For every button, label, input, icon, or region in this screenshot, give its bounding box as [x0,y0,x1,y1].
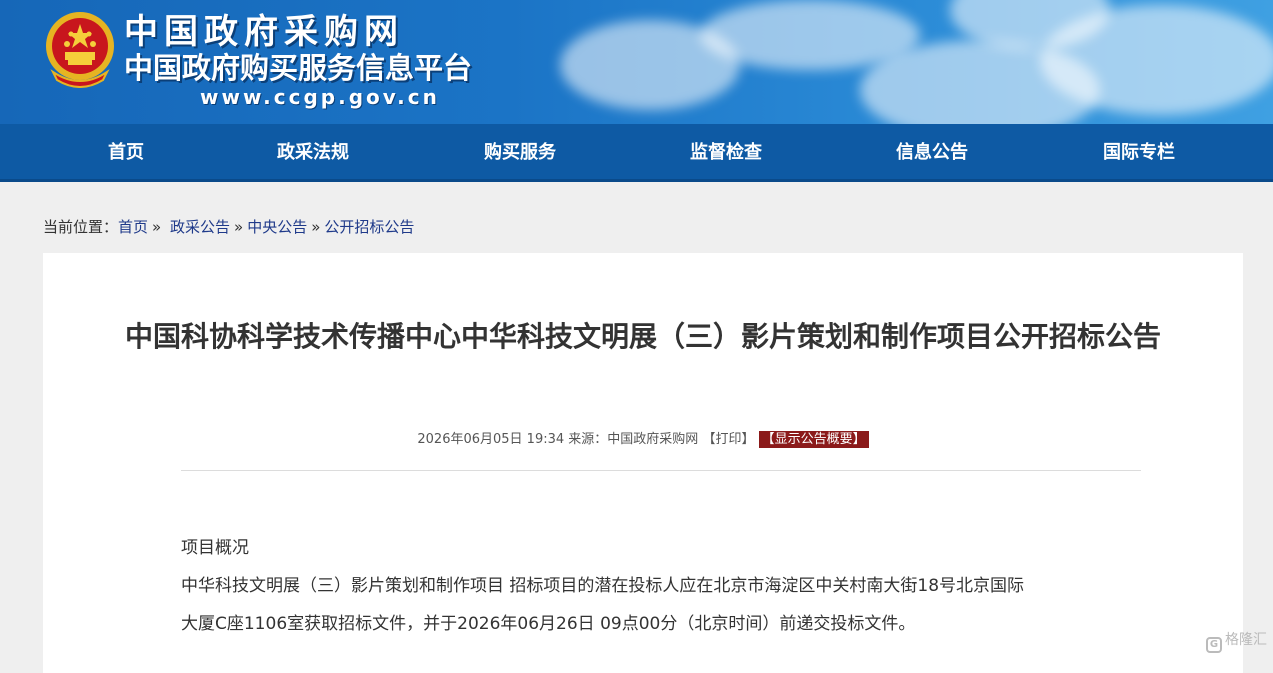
print-button[interactable]: 【打印】 [702,432,754,447]
breadcrumb-separator: » [234,218,244,236]
site-url: www.ccgp.gov.cn [200,85,440,109]
watermark: G 格隆汇 [1206,630,1267,653]
national-emblem-icon [46,12,114,88]
breadcrumb-public-tender[interactable]: 公开招标公告 [324,218,414,236]
article-meta: 2026年06月05日 19:34 来源：中国政府采购网 【打印】 【显示公告概… [43,429,1243,451]
article-title: 中国科协科学技术传播中心中华科技文明展（三）影片策划和制作项目公开招标公告 [124,320,1161,353]
watermark-text: 格隆汇 [1225,632,1267,648]
nav-item-purchase-services[interactable]: 购买服务 [440,124,600,182]
article-card: 中国科协科学技术传播中心中华科技文明展（三）影片策划和制作项目公开招标公告 20… [43,253,1243,673]
nav-item-supervision[interactable]: 监督检查 [646,124,806,182]
site-header-banner: 中国政府采购网 中国政府购买服务信息平台 www.ccgp.gov.cn [0,0,1273,124]
breadcrumb-procurement-notices[interactable]: 政采公告 [170,218,230,236]
breadcrumb-separator: » [152,218,162,236]
site-subtitle: 中国政府购买服务信息平台 [124,51,473,85]
site-title: 中国政府采购网 [124,12,404,52]
nav-item-regulations[interactable]: 政采法规 [233,124,393,182]
section-heading: 项目概况 [181,538,249,558]
article-source: 来源：中国政府采购网 [568,432,699,447]
breadcrumb-prefix: 当前位置： [43,218,119,236]
main-nav: 首页 政采法规 购买服务 监督检查 信息公告 国际专栏 [0,124,1273,182]
nav-item-announcements[interactable]: 信息公告 [852,124,1012,182]
body-paragraph-line: 中华科技文明展（三）影片策划和制作项目 招标项目的潜在投标人应在北京市海淀区中关… [181,576,1025,596]
nav-item-international[interactable]: 国际专栏 [1059,124,1219,182]
show-summary-button[interactable]: 【显示公告概要】 [758,431,869,448]
body-paragraph-line: 大厦C座1106室获取招标文件，并于2026年06月26日 09点00分（北京时… [181,614,916,634]
nav-item-home[interactable]: 首页 [46,124,206,182]
breadcrumb-separator: » [311,218,321,236]
article-body: 项目概况 中华科技文明展（三）影片策划和制作项目 招标项目的潜在投标人应在北京市… [181,529,1151,643]
watermark-logo-icon: G [1206,637,1222,653]
publish-datetime: 2026年06月05日 19:34 [417,432,565,447]
breadcrumb: 当前位置：首页» 政采公告» 中央公告» 公开招标公告 [43,216,414,238]
divider [181,470,1141,471]
breadcrumb-central-notices[interactable]: 中央公告 [247,218,307,236]
breadcrumb-home[interactable]: 首页 [118,218,148,236]
